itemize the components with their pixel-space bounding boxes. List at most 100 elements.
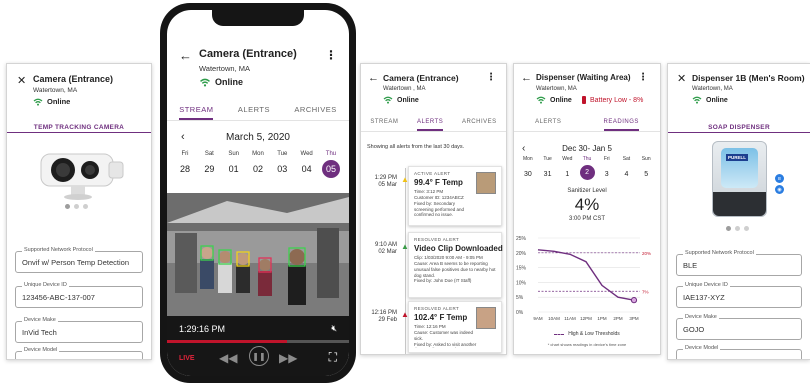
- network-protocol-field[interactable]: Supported Network Protocol Onvif w/ Pers…: [15, 247, 143, 273]
- tab-alerts[interactable]: ALERTS: [417, 119, 444, 131]
- carousel-dot[interactable]: [744, 226, 749, 231]
- location-text: Watertown, MA: [692, 86, 733, 92]
- pause-icon[interactable]: ❚❚: [249, 346, 269, 366]
- alert-card[interactable]: RESOLVED ALERT 102.4° F Temp Time: 12:16…: [408, 301, 502, 353]
- day-date: 3: [604, 170, 609, 178]
- day-date: 01: [228, 164, 239, 174]
- day-item[interactable]: Wed 04: [297, 151, 317, 178]
- field-label: Supported Network Protocol: [683, 250, 756, 256]
- soap-dispenser-screen: ✕ Dispenser 1B (Men's Room) Watertown, M…: [667, 63, 810, 360]
- close-icon[interactable]: ✕: [17, 74, 26, 87]
- device-id-field[interactable]: Unique Device ID 123456-ABC-137-007: [15, 282, 143, 308]
- reading-time: 3:00 PM CST: [568, 216, 605, 222]
- day-item[interactable]: Tue 03: [272, 151, 292, 178]
- page-title: Camera (Entrance): [33, 74, 114, 84]
- camera-video-feed[interactable]: [167, 193, 349, 316]
- x-tick-label: 2PM: [613, 316, 623, 321]
- fullscreen-icon[interactable]: ⛶: [329, 350, 337, 365]
- field-label: Device Make: [683, 314, 719, 320]
- wifi-icon: [199, 78, 211, 87]
- alert-card[interactable]: RESOLVED ALERT Video Clip Downloaded Cli…: [408, 232, 503, 298]
- rewind-icon[interactable]: ◀◀: [219, 351, 237, 365]
- soap-refill-window: PURELL: [721, 148, 758, 188]
- legend-label: High & Low Thresholds: [568, 331, 620, 337]
- y-tick-label: 10%: [516, 280, 527, 286]
- day-name: Sun: [228, 151, 239, 157]
- day-date: 03: [277, 164, 288, 174]
- day-item-selected[interactable]: Thu 2: [577, 156, 597, 183]
- carousel-dot[interactable]: [74, 204, 79, 209]
- carousel-dot[interactable]: [83, 204, 88, 209]
- video-progress-track[interactable]: [167, 340, 349, 343]
- online-label: Online: [706, 96, 728, 104]
- tab-alerts[interactable]: ALERTS: [238, 105, 270, 120]
- day-date: 29: [204, 164, 215, 174]
- carousel-dot[interactable]: [726, 226, 731, 231]
- carousel-dots[interactable]: [65, 204, 88, 209]
- day-item[interactable]: Sun 5: [636, 156, 656, 183]
- carousel-dot[interactable]: [65, 204, 70, 209]
- mute-icon[interactable]: 🔇︎: [331, 323, 337, 334]
- day-item[interactable]: Sat 4: [617, 156, 637, 183]
- device-make-field[interactable]: Device Make GOJO: [676, 314, 802, 340]
- device-make-field[interactable]: Device Make InVid Tech: [15, 317, 143, 343]
- tab-bar: STREAM ALERTS ARCHIVES: [361, 119, 506, 132]
- alert-time-text: 1:29 PM: [374, 175, 397, 181]
- field-label: Unique Device ID: [22, 282, 69, 288]
- day-item-selected[interactable]: Thu 05: [321, 151, 341, 178]
- back-arrow-icon[interactable]: ←: [521, 72, 532, 84]
- close-icon[interactable]: ✕: [677, 72, 686, 85]
- alert-time: 1:29 PM 05 Mar: [363, 175, 397, 189]
- day-name: Sun: [641, 156, 651, 162]
- phone-frame: ← Camera (Entrance) ⋮ Watertown, MA Onli…: [160, 3, 356, 383]
- day-item[interactable]: Sun 01: [224, 151, 244, 178]
- online-label: Online: [47, 97, 71, 106]
- day-picker: Mon 30 Tue 31 Wed 1 Thu 2 Fri 3 Sat 4 Sun 5: [518, 156, 656, 183]
- y-tick-label: 20%: [516, 251, 527, 257]
- more-options-icon[interactable]: ⋮: [638, 72, 648, 83]
- device-id-field[interactable]: Unique Device ID IAE137-XYZ: [676, 282, 802, 308]
- tab-archives[interactable]: ARCHIVES: [462, 119, 497, 131]
- alert-time: 9:10 AM 02 Mar: [363, 242, 397, 256]
- day-name: Fri: [181, 151, 189, 157]
- day-name: Thu: [582, 156, 592, 162]
- tab-alerts[interactable]: ALERTS: [535, 119, 561, 131]
- phone-notch: [212, 10, 304, 26]
- day-item[interactable]: Mon 02: [248, 151, 268, 178]
- more-options-icon[interactable]: ⋮: [325, 48, 337, 62]
- alert-time: 12:16 PM 29 Feb: [363, 310, 397, 324]
- soap-dispenser-image: PURELL: [712, 141, 767, 217]
- page-title: Camera (Entrance): [383, 73, 459, 83]
- network-protocol-field[interactable]: Supported Network Protocol BLE: [676, 250, 802, 276]
- brand-label: PURELL: [726, 154, 748, 161]
- day-item[interactable]: Wed 1: [557, 156, 577, 183]
- tab-stream[interactable]: STREAM: [179, 105, 214, 120]
- tab-bar: ALERTS READINGS: [514, 119, 660, 132]
- bluetooth-icon: ʙ: [775, 174, 784, 183]
- more-options-icon[interactable]: ⋮: [486, 72, 496, 83]
- day-item[interactable]: Fri 28: [175, 151, 195, 178]
- alert-date-text: 02 Mar: [378, 248, 397, 255]
- tab-readings[interactable]: READINGS: [603, 119, 639, 131]
- location-text: Watertown, MA: [199, 64, 250, 73]
- day-item[interactable]: Fri 3: [597, 156, 617, 183]
- page-title: Camera (Entrance): [199, 48, 297, 60]
- back-arrow-icon[interactable]: ←: [368, 72, 379, 84]
- carousel-dot[interactable]: [735, 226, 740, 231]
- day-item[interactable]: Mon 30: [518, 156, 538, 183]
- tab-stream[interactable]: STREAM: [370, 119, 398, 131]
- device-model-field[interactable]: Device Model: [676, 345, 802, 359]
- person-thumbnail: [476, 307, 496, 329]
- day-item[interactable]: Sat 29: [199, 151, 219, 178]
- timeline-line: [405, 168, 406, 354]
- day-item[interactable]: Tue 31: [538, 156, 558, 183]
- field-label: Device Model: [683, 345, 721, 351]
- y-tick-label: 5%: [516, 295, 524, 301]
- back-arrow-icon[interactable]: ←: [179, 48, 192, 63]
- carousel-dots[interactable]: [726, 226, 749, 231]
- tab-archives[interactable]: ARCHIVES: [294, 105, 336, 120]
- alert-card[interactable]: ACTIVE ALERT 99.4° F Temp Time: 3:12 PM …: [408, 166, 502, 226]
- section-title: SOAP DISPENSER: [708, 124, 770, 131]
- fast-forward-icon[interactable]: ▶▶: [279, 351, 297, 365]
- device-model-field[interactable]: Device Model: [15, 347, 143, 359]
